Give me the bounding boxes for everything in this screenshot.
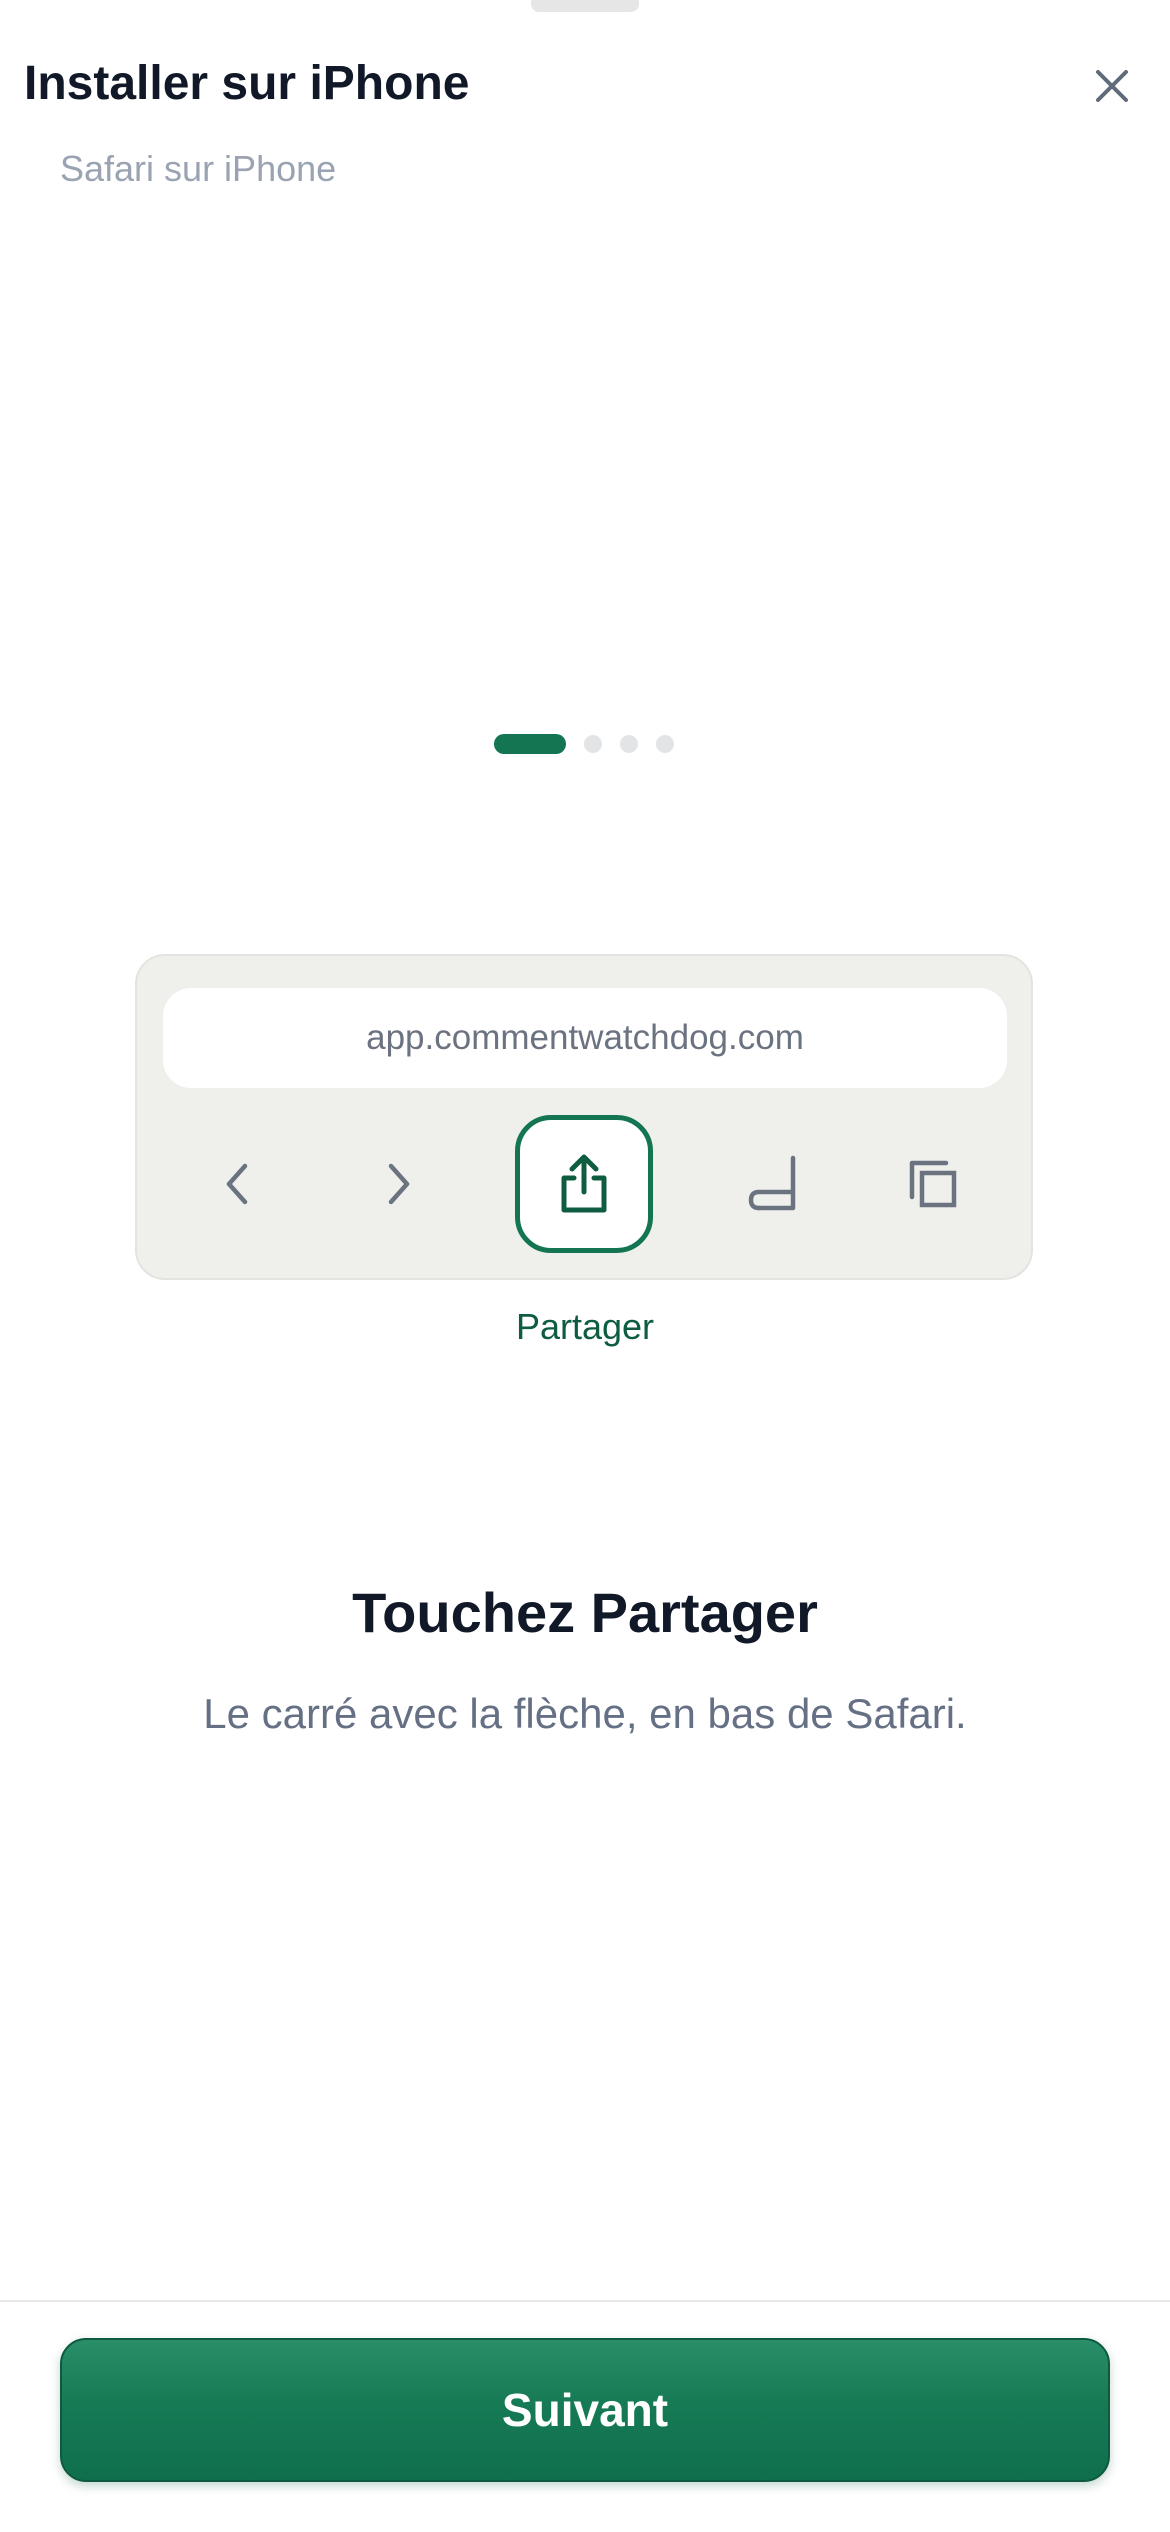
sheet-grabber-handle[interactable]	[531, 0, 639, 12]
step-dot-4[interactable]	[656, 735, 674, 753]
close-icon	[1096, 70, 1128, 102]
chevron-left-icon	[207, 1152, 271, 1216]
install-sheet: Installer sur iPhone Safari sur iPhone a…	[0, 0, 1170, 2532]
tabs-icon	[899, 1150, 969, 1220]
step-title: Touchez Partager	[352, 1581, 818, 1644]
next-button[interactable]: Suivant	[60, 2338, 1110, 2482]
step-description: Le carré avec la flèche, en bas de Safar…	[203, 1690, 967, 1737]
chevron-right-icon	[365, 1152, 429, 1216]
safari-toolbar-illustration: app.commentwatchdog.com	[135, 954, 1033, 1280]
step-dot-1[interactable]	[494, 734, 566, 754]
footer-divider	[0, 2300, 1170, 2302]
share-icon	[561, 1154, 607, 1213]
close-button[interactable]	[1082, 56, 1142, 116]
share-highlight-label: Partager	[515, 1306, 655, 1347]
step-dot-3[interactable]	[620, 735, 638, 753]
sheet-title: Installer sur iPhone	[24, 57, 470, 110]
step-dot-2[interactable]	[584, 735, 602, 753]
sheet-subtitle: Safari sur iPhone	[60, 148, 337, 189]
step-indicator	[494, 734, 674, 754]
share-button-highlight	[515, 1115, 653, 1253]
url-bar: app.commentwatchdog.com	[163, 988, 1007, 1088]
bookmarks-icon	[740, 1150, 810, 1220]
